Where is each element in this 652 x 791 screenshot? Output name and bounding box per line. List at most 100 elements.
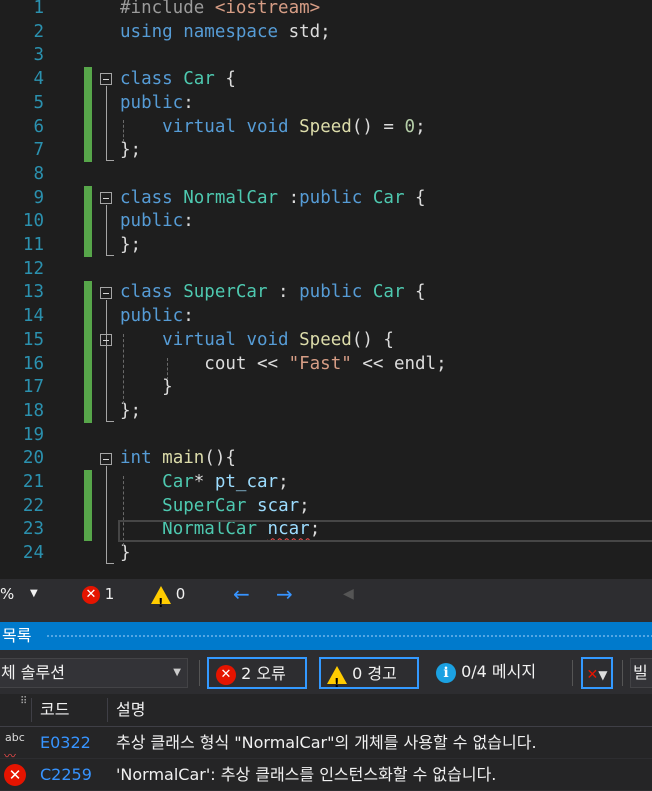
code-token: virtual — [162, 116, 247, 137]
sort-icon[interactable]: ⠿ — [20, 686, 27, 718]
code-text: virtual void Speed() { — [120, 329, 394, 353]
navigate-back-icon[interactable]: ← — [233, 579, 250, 609]
code-token: scar — [257, 495, 300, 516]
collapse-class-normalcar[interactable] — [100, 192, 112, 204]
code-line[interactable]: 20 int main(){ — [0, 447, 652, 471]
error-list-title-bar[interactable]: 목록 — [0, 622, 652, 650]
collapse-class-car[interactable] — [100, 73, 112, 85]
line-number: 16 — [22, 353, 44, 374]
line-number: 14 — [22, 306, 44, 327]
code-line[interactable]: 16 cout << "Fast" << endl; — [0, 353, 652, 377]
fold-guide-end — [106, 255, 114, 256]
code-text: Car* pt_car; — [120, 471, 289, 495]
title-grip — [46, 634, 652, 638]
code-line[interactable]: 1 #include <iostream> — [0, 0, 652, 21]
code-token: : — [267, 282, 300, 303]
code-text: virtual void Speed() = 0; — [120, 116, 426, 140]
funnel-icon: ▼ — [598, 668, 608, 682]
code-token: }; — [120, 235, 142, 255]
panel-title: 목록 — [2, 626, 32, 645]
warning-count-indicator[interactable]: ! 0 — [151, 579, 185, 610]
column-divider[interactable] — [107, 698, 108, 722]
code-token: ; — [415, 116, 426, 137]
indent-guide — [123, 120, 124, 142]
zoom-value: % — [0, 585, 15, 603]
error-code-link[interactable]: E0322 — [40, 727, 91, 758]
code-line[interactable]: 18}; — [0, 400, 652, 424]
line-number: 21 — [22, 472, 44, 492]
code-line[interactable]: 10 public: — [0, 210, 652, 234]
code-editor[interactable]: 1 #include <iostream> 2 using namespace std… — [0, 0, 652, 579]
messages-filter-button[interactable]: i 0/4 메시지 — [436, 657, 566, 689]
collapse-class-supercar[interactable] — [100, 287, 112, 299]
code-token: public — [299, 282, 373, 303]
current-line-highlight — [118, 520, 652, 542]
code-token: <iostream> — [214, 0, 321, 18]
line-number: 3 — [33, 45, 44, 66]
error-code-link[interactable]: C2259 — [40, 759, 92, 790]
line-number: 20 — [22, 448, 44, 469]
fold-guide — [106, 466, 107, 563]
code-text: public: — [120, 92, 194, 116]
column-header-code[interactable]: 코드 — [40, 694, 69, 726]
collapse-speed-method[interactable] — [100, 334, 112, 346]
code-text: SuperCar scar; — [120, 495, 310, 519]
error-count-indicator[interactable]: ✕ 1 — [82, 579, 114, 609]
code-token: NormalCar — [183, 187, 279, 208]
build-value: 빌 — [633, 663, 648, 682]
code-line[interactable]: 11}; — [0, 234, 652, 258]
warnings-filter-button[interactable]: ! 0 경고 — [319, 657, 419, 690]
warning-icon: ! — [327, 665, 347, 690]
code-line[interactable]: 15 virtual void Speed() { — [0, 329, 652, 353]
code-token: virtual — [162, 329, 247, 350]
code-token: int — [120, 448, 163, 469]
scroll-left-icon[interactable]: ◀ — [343, 579, 354, 609]
code-line[interactable]: 9 class NormalCar :public Car { — [0, 187, 652, 211]
indent-guide — [123, 334, 124, 404]
error-icon: ✕ — [216, 664, 236, 685]
code-text: } — [120, 542, 131, 566]
code-line[interactable]: 22 SuperCar scar; — [0, 495, 652, 519]
code-line[interactable]: 14 public: — [0, 305, 652, 329]
collapse-main[interactable] — [100, 453, 112, 465]
code-token: Car — [162, 472, 194, 492]
code-token: ; — [278, 472, 289, 492]
column-header-description[interactable]: 설명 — [116, 694, 145, 726]
code-line[interactable]: 19 — [0, 424, 652, 448]
code-line[interactable]: 12 — [0, 258, 652, 282]
errors-filter-button[interactable]: ✕ 2 오류 — [207, 657, 307, 689]
code-token: void — [246, 116, 300, 137]
scope-dropdown[interactable]: 체 솔루션 ▼ — [0, 658, 188, 688]
code-line[interactable]: 6 virtual void Speed() = 0; — [0, 116, 652, 140]
code-line[interactable]: 24} — [0, 542, 652, 566]
line-number: 22 — [22, 495, 44, 516]
code-token: SuperCar — [183, 282, 268, 303]
line-number: 12 — [22, 258, 44, 279]
code-line[interactable]: 13 class SuperCar : public Car { — [0, 281, 652, 305]
panel-splitter[interactable] — [0, 609, 652, 622]
code-token: namespace — [183, 21, 289, 42]
warnings-filter-label: 0 경고 — [352, 664, 397, 683]
code-line[interactable]: 17 } — [0, 376, 652, 400]
clear-filter-button[interactable]: ✕▼ — [581, 657, 613, 689]
messages-filter-label: 0/4 메시지 — [461, 662, 537, 681]
build-dropdown[interactable]: 빌 — [630, 658, 652, 688]
code-line[interactable]: 3 — [0, 44, 652, 68]
zoom-combo[interactable]: % ▼ — [0, 579, 44, 609]
code-text: #include <iostream> — [120, 0, 320, 21]
code-token: Car — [183, 69, 215, 90]
error-row[interactable]: abc 〰 E0322 추상 클래스 형식 "NormalCar"의 개체를 사… — [0, 727, 652, 763]
column-divider[interactable] — [31, 698, 32, 722]
error-list-header: ⠿ 코드 설명 — [0, 694, 652, 727]
code-token: cout << — [120, 353, 289, 374]
code-line[interactable]: 21 Car* pt_car; — [0, 471, 652, 495]
code-line[interactable]: 8 — [0, 163, 652, 187]
code-line[interactable]: 4 class Car { — [0, 68, 652, 92]
navigate-forward-icon[interactable]: → — [276, 579, 293, 609]
code-token: } — [120, 543, 131, 564]
code-token: } — [120, 377, 173, 398]
code-line[interactable]: 2 using namespace std; — [0, 21, 652, 45]
error-row[interactable]: ✕ C2259 'NormalCar': 추상 클래스를 인스턴스화할 수 없습… — [0, 759, 652, 791]
code-line[interactable]: 7}; — [0, 139, 652, 163]
code-line[interactable]: 5 public: — [0, 92, 652, 116]
